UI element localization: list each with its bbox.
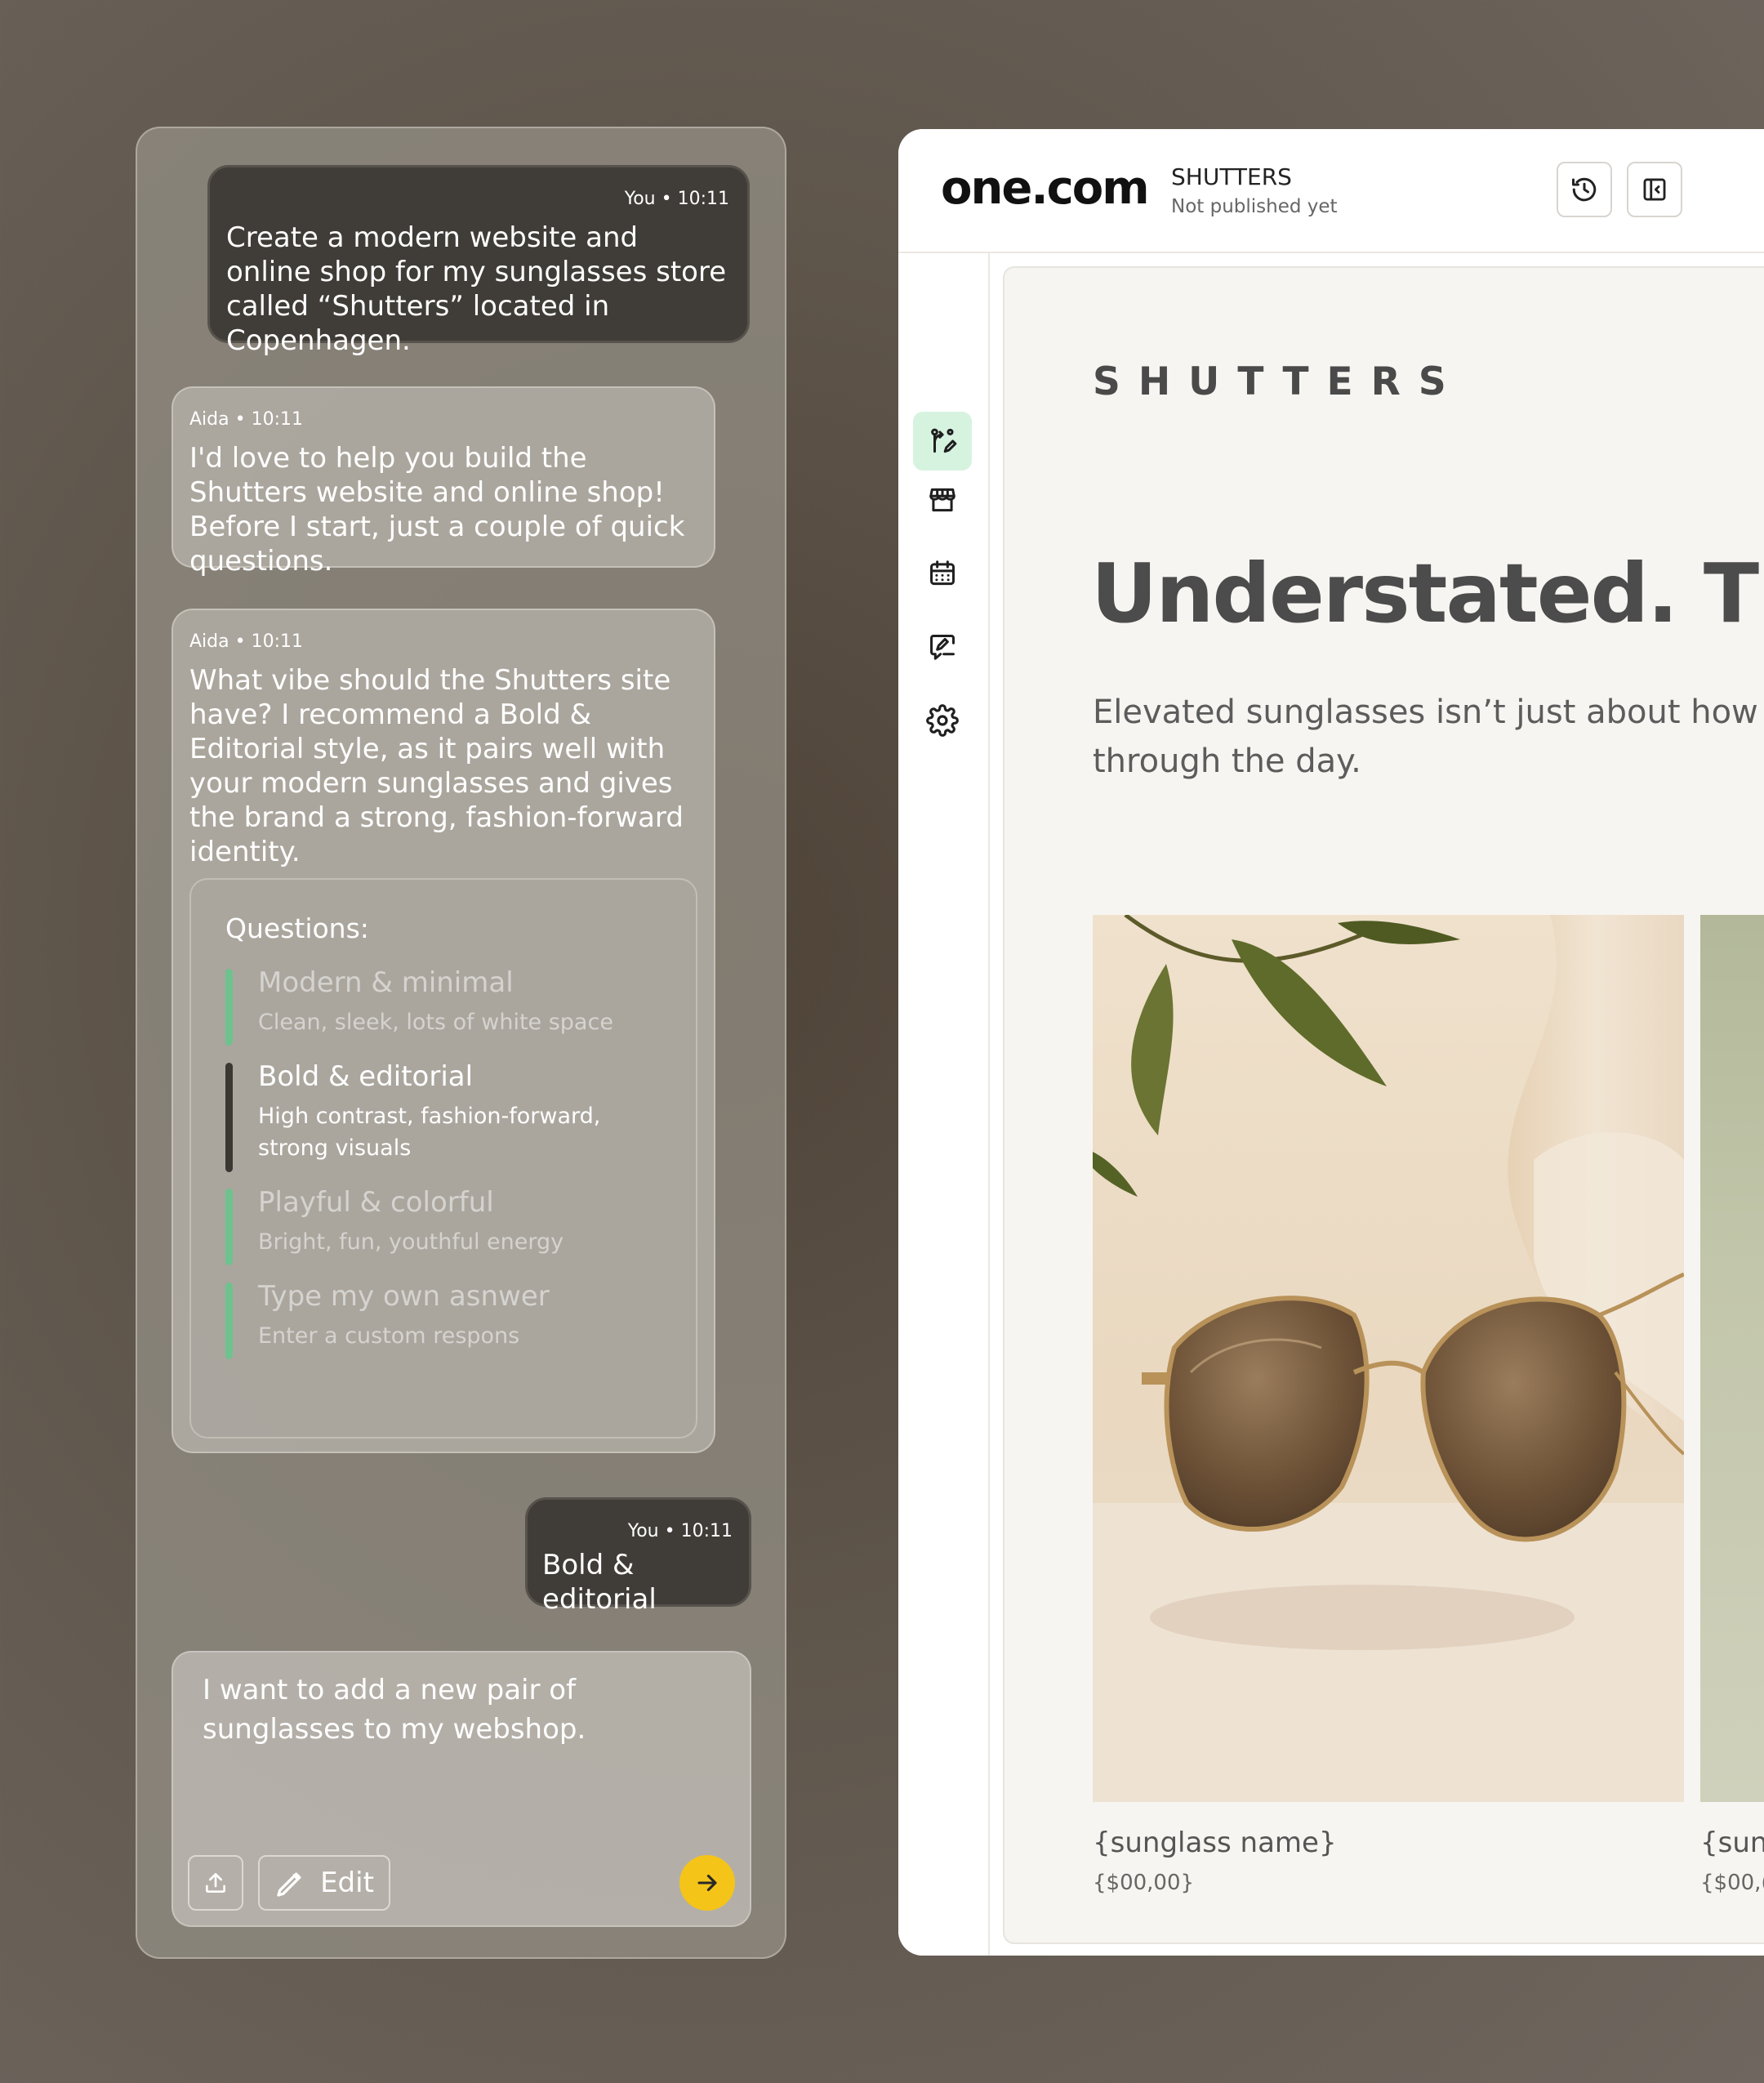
option-description: High contrast, fashion-forward, strong v… [258, 1104, 601, 1161]
site-editor-window: one.com SHUTTERS Not published yet SHUTT… [898, 129, 1764, 1956]
publish-status: Not published yet [1171, 196, 1338, 217]
option-custom-answer[interactable]: Type my own asnwer Enter a custom respon… [225, 1278, 696, 1359]
editor-sidebar [898, 253, 990, 1956]
onecom-logo[interactable]: one.com [941, 162, 1150, 215]
history-icon [1572, 177, 1597, 202]
arrow-right-icon [697, 1874, 717, 1892]
product-name[interactable]: {sunglass name} [1093, 1827, 1337, 1859]
composer-input[interactable]: I want to add a new pair of sunglasses t… [203, 1670, 720, 1749]
option-modern-minimal[interactable]: Modern & minimal Clean, sleek, lots of w… [225, 964, 696, 1046]
sidebar-item-shop[interactable] [913, 471, 972, 529]
editor-topbar: one.com SHUTTERS Not published yet [898, 129, 1764, 253]
settings-gear-icon [926, 704, 959, 737]
option-indicator [225, 1063, 233, 1172]
pencil-icon [277, 1872, 301, 1897]
option-playful-colorful[interactable]: Playful & colorful Bright, fun, youthful… [225, 1184, 696, 1265]
upload-button[interactable] [188, 1855, 243, 1911]
edit-design-icon [931, 428, 957, 453]
message-text: Create a modern website and online shop … [226, 221, 727, 357]
history-button[interactable] [1557, 162, 1612, 217]
send-button[interactable] [679, 1855, 735, 1911]
sidebar-item-calendar[interactable] [913, 544, 972, 603]
product-image[interactable] [1093, 915, 1684, 1802]
hero-subtitle[interactable]: Elevated sunglasses isn’t just about how… [1093, 688, 1764, 786]
option-description: Bright, fun, youthful energy [258, 1229, 564, 1255]
blog-edit-icon [930, 635, 955, 660]
user-message: You • 10:11 Bold & editorial [525, 1497, 751, 1616]
toggle-panel-button[interactable] [1627, 162, 1682, 217]
sidebar-item-blog[interactable] [913, 618, 972, 676]
hero-headline[interactable]: Understated. Time [1091, 546, 1764, 641]
site-brand-title[interactable]: SHUTTERS [1093, 359, 1464, 404]
option-title: Type my own asnwer [258, 1280, 550, 1313]
edit-label: Edit [320, 1867, 374, 1899]
message-composer[interactable]: I want to add a new pair of sunglasses t… [172, 1651, 751, 1927]
sunglasses-photo [1093, 915, 1684, 1802]
chat-panel: You • 10:11 Create a modern website and … [136, 127, 786, 1959]
option-indicator [225, 969, 233, 1046]
site-preview-canvas[interactable]: SHUTTERS Understated. Time Elevated sung… [1003, 266, 1764, 1944]
message-meta: Aida • 10:11 [189, 409, 303, 430]
option-title: Bold & editorial [258, 1060, 474, 1093]
option-indicator [225, 1189, 233, 1265]
option-indicator [225, 1282, 233, 1359]
message-meta: You • 10:11 [624, 189, 729, 209]
assistant-message: Aida • 10:11 I'd love to help you build … [172, 386, 715, 578]
user-message: You • 10:11 Create a modern website and … [207, 165, 750, 357]
message-meta: Aida • 10:11 [189, 631, 303, 652]
calendar-icon [930, 560, 955, 586]
message-text: What vibe should the Shutters site have?… [189, 664, 684, 868]
product-image-2[interactable] [1700, 915, 1764, 1802]
shop-icon [929, 488, 956, 512]
questions-title: Questions: [225, 912, 369, 944]
option-description: Enter a custom respons [258, 1323, 520, 1349]
site-name: SHUTTERS [1171, 163, 1292, 190]
sidebar-item-design[interactable] [913, 412, 972, 471]
product-price: {$00,00} [1093, 1871, 1195, 1895]
sidebar-toggle-icon [1643, 178, 1666, 201]
option-title: Modern & minimal [258, 966, 514, 999]
questions-card: Questions: Modern & minimal Clean, sleek… [189, 878, 697, 1438]
assistant-question-message: Aida • 10:11 What vibe should the Shutte… [172, 609, 715, 1453]
sidebar-item-settings[interactable] [913, 691, 972, 750]
message-text: I'd love to help you build the Shutters … [189, 442, 685, 578]
message-meta: You • 10:11 [627, 1521, 733, 1541]
option-bold-editorial[interactable]: Bold & editorial High contrast, fashion-… [225, 1058, 696, 1172]
edit-button[interactable]: Edit [258, 1855, 390, 1911]
upload-icon [206, 1873, 225, 1893]
message-text: Bold & editorial [542, 1549, 657, 1616]
option-description: Clean, sleek, lots of white space [258, 1010, 613, 1035]
product-price: {$00,( [1700, 1871, 1764, 1895]
product-name[interactable]: {sun [1700, 1827, 1764, 1859]
option-title: Playful & colorful [258, 1186, 494, 1219]
